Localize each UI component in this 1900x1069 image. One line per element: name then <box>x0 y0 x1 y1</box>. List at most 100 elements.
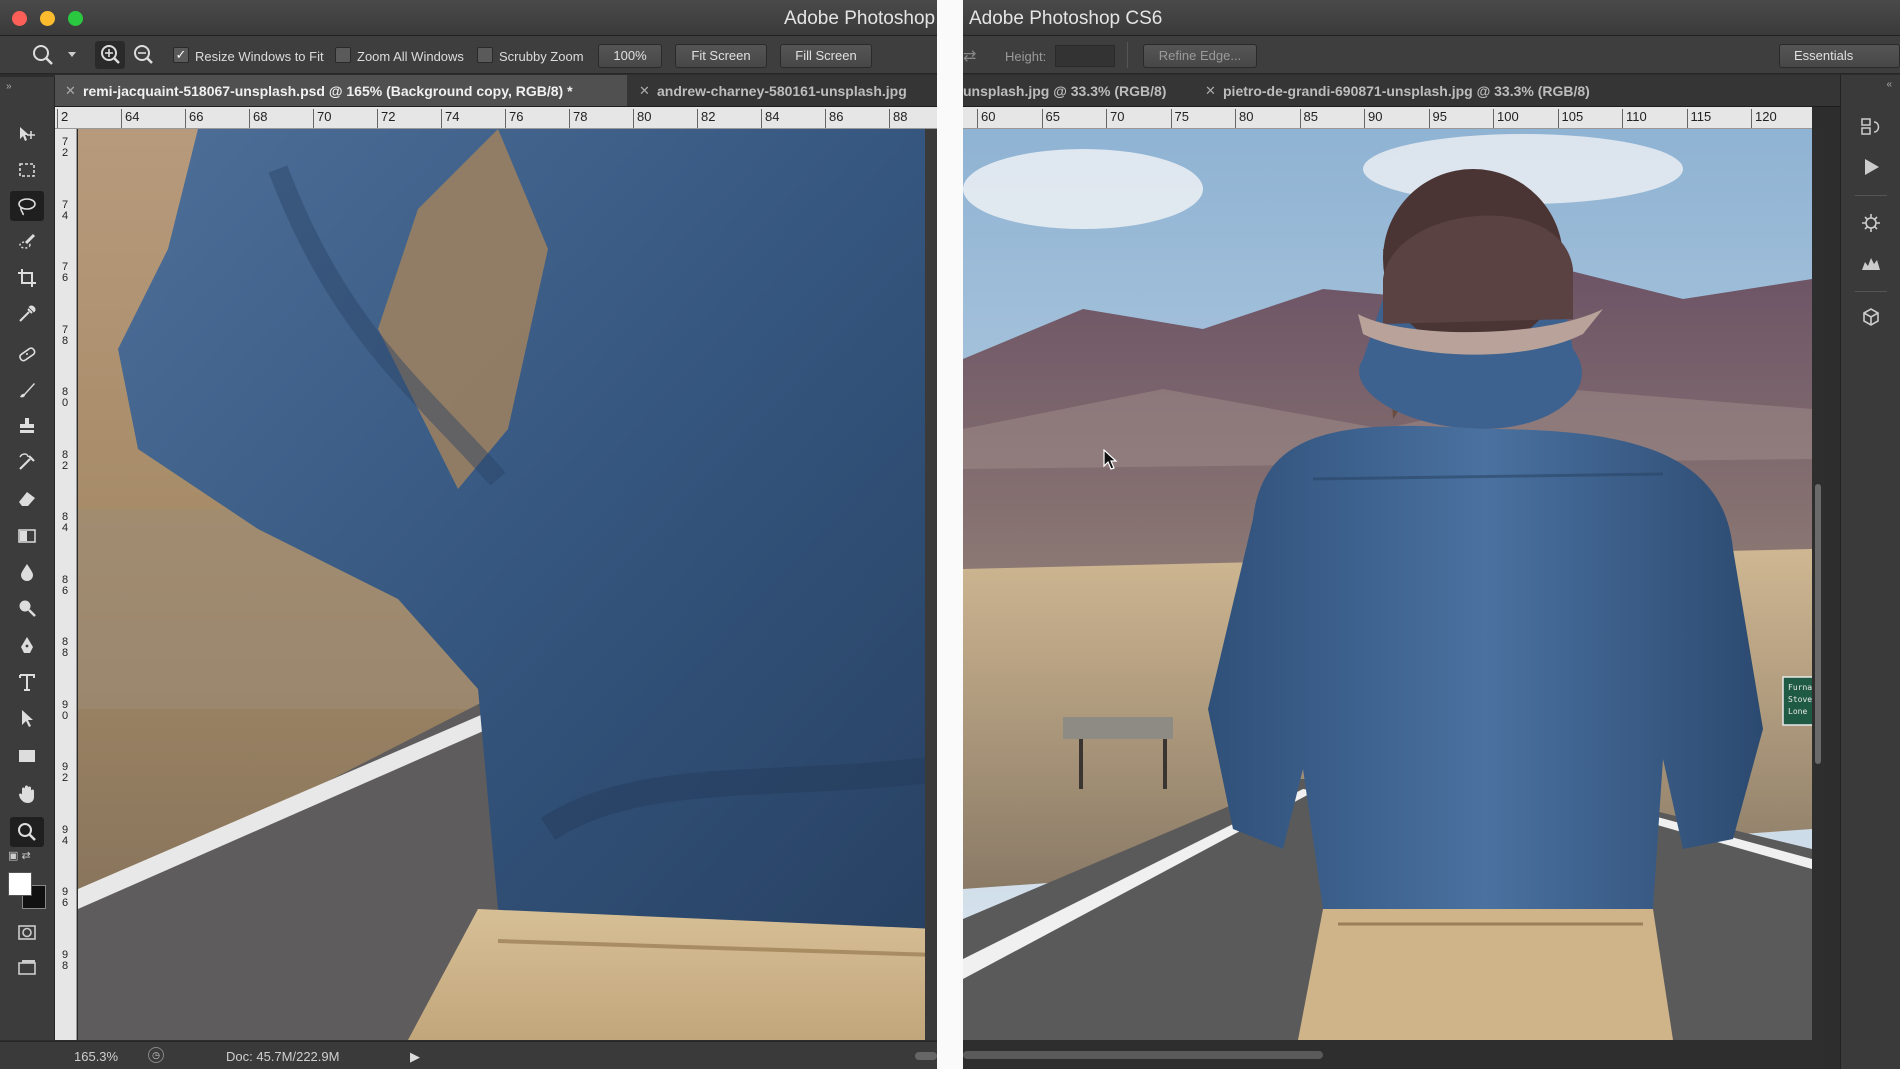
window-title: Adobe Photoshop CS6 <box>969 8 1163 29</box>
scrubby-zoom-checkbox[interactable] <box>477 47 493 63</box>
healing-brush-icon[interactable] <box>10 339 44 369</box>
quick-select-tool-icon[interactable] <box>10 227 44 257</box>
properties-panel-icon[interactable] <box>1855 207 1887 239</box>
scrollbar-thumb[interactable] <box>963 1051 1323 1059</box>
dodge-tool-icon[interactable] <box>10 593 44 623</box>
dock-separator <box>1855 291 1887 292</box>
close-tab-icon[interactable]: ✕ <box>639 75 650 106</box>
ruler-tick-label: 84 <box>761 109 779 128</box>
zoom-level-readout[interactable]: 165.3% <box>74 1049 118 1064</box>
refine-edge-button[interactable]: Refine Edge... <box>1143 44 1257 68</box>
horizontal-ruler[interactable]: 2 64 66 68 70 72 74 76 78 80 82 84 86 88 <box>55 107 937 129</box>
fit-screen-button[interactable]: Fit Screen <box>675 44 767 68</box>
history-panel-icon[interactable] <box>1855 111 1887 143</box>
status-menu-arrow-icon[interactable]: ▶ <box>410 1049 420 1065</box>
clone-stamp-icon[interactable] <box>10 411 44 441</box>
ruler-tick-label: 8 6 <box>61 573 69 597</box>
ruler-tick-label: 9 4 <box>61 823 69 847</box>
swap-dimensions-icon[interactable]: ⇄ <box>963 46 976 66</box>
ruler-tick-label: 75 <box>1170 109 1189 128</box>
right-photoshop-window: Adobe Photoshop CS6 ⇄ Height: Refine Edg… <box>963 0 1900 1069</box>
gradient-tool-icon[interactable] <box>10 521 44 551</box>
vertical-ruler[interactable]: 7 2 7 4 7 6 7 8 8 0 8 2 8 4 8 6 8 8 9 0 9 2 9 4 9 6 9… <box>55 129 77 1040</box>
scrollbar-thumb[interactable] <box>1815 484 1821 764</box>
close-tab-icon[interactable]: ✕ <box>1205 75 1216 106</box>
ruler-tick-label: 105 <box>1557 109 1583 128</box>
tools-panel: » ▣ ⇄ <box>0 77 55 1040</box>
minimize-window-button[interactable] <box>40 11 55 26</box>
fill-screen-button[interactable]: Fill Screen <box>780 44 872 68</box>
zoom-all-windows-checkbox[interactable] <box>335 47 351 63</box>
title-bar: Adobe Photoshop <box>0 0 937 36</box>
status-info-icon[interactable]: ◷ <box>148 1047 164 1063</box>
brush-tool-icon[interactable] <box>10 375 44 405</box>
ruler-tick-label: 9 0 <box>61 698 69 722</box>
zoom-all-windows-label: Zoom All Windows <box>357 49 464 64</box>
document-canvas[interactable] <box>78 129 937 1040</box>
road-sign-line-2: Stove <box>1788 695 1812 704</box>
marquee-tool-icon[interactable] <box>10 155 44 185</box>
close-tab-icon[interactable]: ✕ <box>65 75 76 106</box>
panel-expand-icon[interactable]: « <box>1886 79 1892 90</box>
ruler-tick-label: 85 <box>1299 109 1318 128</box>
ruler-tick-label: 7 4 <box>61 198 69 222</box>
histogram-panel-icon[interactable] <box>1855 247 1887 279</box>
zoom-tool-icon[interactable] <box>10 817 44 847</box>
screen-mode-icon[interactable] <box>10 953 44 983</box>
ruler-tick-label: 64 <box>121 109 139 128</box>
hand-tool-icon[interactable] <box>10 779 44 809</box>
crop-tool-icon[interactable] <box>10 263 44 293</box>
move-tool-icon[interactable] <box>10 119 44 149</box>
preset-dropdown-icon[interactable] <box>68 52 76 57</box>
ruler-tick-label: 72 <box>377 109 395 128</box>
actions-panel-icon[interactable] <box>1855 151 1887 183</box>
foreground-color-swatch[interactable] <box>8 872 32 896</box>
panel-collapse-icon[interactable]: » <box>6 81 12 92</box>
workspace-switcher[interactable]: Essentials <box>1779 44 1900 68</box>
document-tab-bar: ✕ remi-jacquaint-518067-unsplash.psd @ 1… <box>55 75 937 107</box>
horizontal-ruler[interactable]: 60 65 70 75 80 85 90 95 100 105 110 115 120 <box>963 107 1812 129</box>
vertical-scrollbar[interactable] <box>1812 129 1824 1040</box>
road-sign-line-3: Lone <box>1788 707 1807 716</box>
lasso-tool-icon[interactable] <box>10 191 44 221</box>
tab-label: remi-jacquaint-518067-unsplash.psd @ 165… <box>83 83 573 99</box>
quick-mask-icon[interactable] <box>10 917 44 947</box>
zoom-100-button[interactable]: 100% <box>598 44 662 68</box>
eyedropper-tool-icon[interactable] <box>10 299 44 329</box>
road-sign-line-1: Furna <box>1788 683 1812 692</box>
rectangle-tool-icon[interactable] <box>10 741 44 771</box>
zoom-window-button[interactable] <box>68 11 83 26</box>
ruler-tick-label: 8 8 <box>61 636 69 659</box>
document-tab-pietro[interactable]: ✕ pietro-de-grandi-690871-unsplash.jpg @… <box>1195 75 1655 106</box>
photo-man-desert-road: Furna Stove Lone <box>963 129 1812 1040</box>
document-canvas[interactable]: Furna Stove Lone <box>963 129 1812 1040</box>
scrubby-zoom-label: Scrubby Zoom <box>499 49 584 64</box>
options-separator <box>1127 42 1128 68</box>
document-tab-andrew[interactable]: ✕ andrew-charney-580161-unsplash.jpg <box>629 75 937 106</box>
eraser-tool-icon[interactable] <box>10 483 44 513</box>
zoom-in-icon[interactable] <box>95 41 125 69</box>
split-divider <box>937 0 963 1069</box>
horizontal-scrollbar[interactable] <box>963 1041 1825 1069</box>
zoom-tool-preset-icon[interactable] <box>28 41 76 69</box>
ruler-tick-label: 88 <box>889 109 907 128</box>
ruler-tick-label: 70 <box>313 109 331 128</box>
document-tab-remi[interactable]: ✕ remi-jacquaint-518067-unsplash.psd @ 1… <box>55 75 627 106</box>
ruler-tick-label: 2 <box>57 109 68 128</box>
height-input[interactable] <box>1055 45 1115 67</box>
blur-tool-icon[interactable] <box>10 557 44 587</box>
resize-windows-checkbox[interactable]: ✓ <box>173 47 189 63</box>
3d-panel-icon[interactable] <box>1855 301 1887 333</box>
history-brush-icon[interactable] <box>10 447 44 477</box>
vertical-scrollbar[interactable] <box>925 129 937 1040</box>
document-tab-partial[interactable]: unsplash.jpg @ 33.3% (RGB/8) <box>963 75 1166 106</box>
zoom-out-icon[interactable] <box>128 41 158 69</box>
tab-label: pietro-de-grandi-690871-unsplash.jpg @ 3… <box>1223 83 1590 99</box>
path-select-icon[interactable] <box>10 703 44 733</box>
horizontal-scrollbar[interactable] <box>915 1052 937 1060</box>
collapsed-panels-dock: « <box>1840 75 1900 1069</box>
close-window-button[interactable] <box>12 11 27 26</box>
pen-tool-icon[interactable] <box>10 631 44 661</box>
ruler-tick-label: 82 <box>697 109 715 128</box>
type-tool-icon[interactable] <box>10 667 44 697</box>
